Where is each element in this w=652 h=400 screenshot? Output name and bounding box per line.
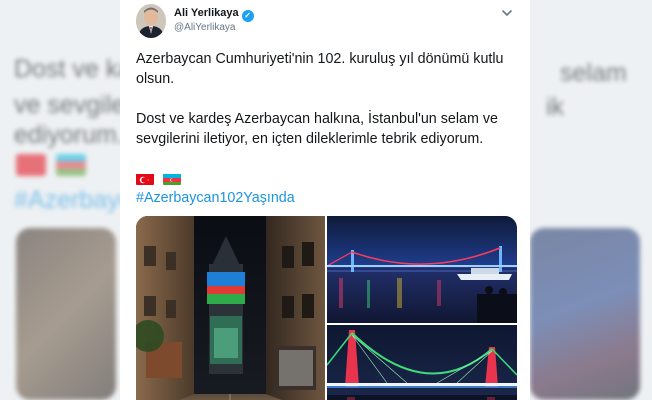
bg-photo-left (16, 228, 116, 400)
author-handle[interactable]: @AliYerlikaya (174, 22, 235, 33)
chevron-down-icon[interactable] (498, 6, 516, 20)
bg-text-line-2: ve sevgile (14, 91, 126, 119)
bg-azerbaijan-flag (56, 154, 86, 176)
bg-hashtag: #Azerbayc (14, 186, 133, 214)
photo-galata-tower[interactable] (136, 216, 325, 400)
flag-emojis (136, 173, 186, 191)
hashtag-link[interactable]: #Azerbaycan102Yaşında (136, 190, 295, 206)
bg-text-line-3: ediyorum. (14, 121, 124, 149)
tweet-text-paragraph-2: Dost ve kardeş Azerbaycan halkına, İstan… (136, 111, 498, 147)
turkey-flag-icon (136, 173, 154, 185)
bg-text-right-2: ik (546, 93, 565, 121)
tweet-media-grid (136, 216, 517, 400)
author-name-text[interactable]: Ali Yerlikaya (174, 7, 239, 19)
bg-text-right-1: selam (560, 59, 627, 87)
avatar[interactable] (136, 4, 166, 38)
verified-badge-icon: ✓ (241, 10, 254, 22)
author-name[interactable]: Ali Yerlikaya ✓ (174, 7, 254, 22)
tweet-text-paragraph-1: Azerbaycan Cumhuriyeti'nin 102. kuruluş … (136, 51, 504, 87)
tweet-card: Ali Yerlikaya ✓ @AliYerlikaya Azerbaycan … (120, 0, 530, 400)
photo-bosphorus-bridge[interactable] (327, 216, 517, 323)
bg-text-line-1: Dost ve ka (14, 55, 133, 83)
bg-photo-right (530, 228, 640, 400)
bg-turkey-flag (16, 154, 46, 176)
photo-yavuz-bridge[interactable] (327, 325, 517, 400)
azerbaijan-flag-icon (163, 173, 182, 185)
